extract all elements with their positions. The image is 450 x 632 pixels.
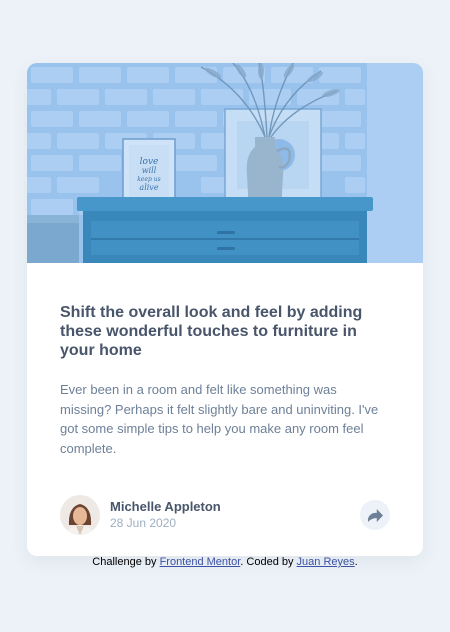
drawers-illustration: love will keep us alive	[27, 63, 423, 263]
author-row: Michelle Appleton 28 Jun 2020	[60, 495, 390, 535]
post-date: 28 Jun 2020	[110, 516, 177, 530]
frontend-mentor-link[interactable]: Frontend Mentor	[160, 556, 241, 568]
attribution: Challenge by Frontend Mentor. Coded by J…	[0, 556, 450, 568]
article-excerpt: Ever been in a room and felt like someth…	[60, 382, 379, 456]
article-hero-image: love will keep us alive	[27, 63, 423, 263]
attribution-suffix: .	[354, 556, 358, 568]
share-icon	[367, 508, 383, 522]
article-content: Shift the overall look and feel by addin…	[60, 303, 390, 458]
author-link[interactable]: Juan Reyes	[297, 556, 355, 568]
attribution-prefix: Challenge by	[92, 556, 160, 568]
share-button[interactable]	[360, 500, 390, 530]
attribution-middle: . Coded by	[240, 556, 297, 568]
author-name: Michelle Appleton	[110, 499, 221, 514]
article-title: Shift the overall look and feel by addin…	[60, 304, 363, 359]
avatar-michelle	[60, 495, 100, 535]
article-card: love will keep us alive Shift the overal…	[27, 63, 423, 556]
